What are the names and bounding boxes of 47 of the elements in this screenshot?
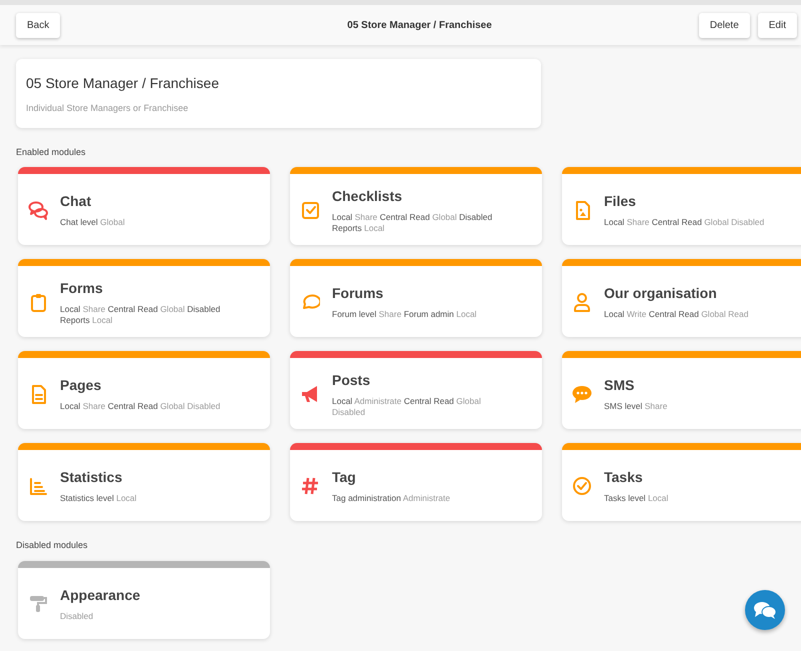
module-title: Tasks	[604, 468, 644, 488]
module-description: Tag administration Administrate	[332, 493, 450, 504]
module-description: Disabled	[60, 610, 94, 622]
back-button[interactable]: Back	[16, 12, 60, 38]
module-card[interactable]: Chat Chat level Global	[18, 167, 270, 245]
module-description: Chat level Global	[60, 217, 125, 228]
module-description: Local Share Central Read Global Disabled	[604, 217, 764, 228]
module-title: Files	[604, 192, 637, 212]
module-description: Local Write Central Read Global Read	[604, 309, 748, 320]
module-card[interactable]: Tag Tag administration Administrate	[290, 443, 542, 521]
delete-button[interactable]: Delete	[698, 12, 750, 38]
module-card[interactable]: Posts Local Administrate Central Read Global Disabled	[290, 351, 542, 429]
module-title: Posts	[332, 371, 372, 390]
module-card[interactable]: Our organisation Local Write Central Read Global Read	[562, 259, 801, 337]
module-card[interactable]: Forms Local Share Central Read Global Disabled Reports Local	[18, 259, 270, 337]
edit-button[interactable]: Edit	[758, 12, 797, 38]
module-description: Local Share Central Read Global Disabled Reports Local	[60, 304, 222, 325]
module-card[interactable]: Statistics Statistics level Local	[18, 443, 270, 521]
module-description: Local Share Central Read Global Disabled	[60, 401, 220, 412]
module-title: Statistics	[60, 468, 124, 488]
role-description: Individual Store Managers or Franchisee	[26, 102, 190, 115]
module-title: Checklists	[332, 187, 404, 206]
module-description: SMS level Share	[604, 401, 668, 412]
module-title: Pages	[60, 376, 102, 396]
module-description: Local Administrate Central Read Global Disabled	[332, 396, 482, 417]
module-title: Chat	[60, 192, 92, 212]
module-title: SMS	[604, 376, 636, 396]
module-card[interactable]: Appearance Disabled	[18, 560, 270, 638]
section-heading: Enabled modules	[16, 146, 87, 158]
module-card[interactable]: Tasks Tasks level Local	[562, 443, 801, 521]
module-description: Tasks level Local	[604, 493, 668, 504]
module-title: Appearance	[60, 586, 140, 605]
module-title: Our organisation	[604, 284, 718, 304]
page-title: 05 Store Manager / Franchisee	[346, 18, 493, 32]
role-name: 05 Store Manager / Franchisee	[26, 74, 220, 93]
module-description: Forum level Share Forum admin Local	[332, 309, 477, 320]
section-heading: Disabled modules	[16, 539, 89, 552]
module-card[interactable]: Files Local Share Central Read Global Disabled	[562, 167, 801, 245]
module-title: Tag	[332, 468, 357, 488]
module-card[interactable]: Forums Forum level Share Forum admin Local	[290, 259, 542, 337]
module-card[interactable]: SMS SMS level Share	[562, 351, 801, 429]
module-description: Statistics level Local	[60, 493, 137, 504]
module-card[interactable]: Pages Local Share Central Read Global Disabled	[18, 351, 270, 429]
module-card[interactable]: Checklists Local Share Central Read Global Disabled Reports Local	[290, 167, 542, 245]
module-title: Forms	[60, 279, 104, 298]
module-description: Local Share Central Read Global Disabled Reports Local	[332, 212, 494, 233]
module-title: Forums	[332, 284, 384, 304]
